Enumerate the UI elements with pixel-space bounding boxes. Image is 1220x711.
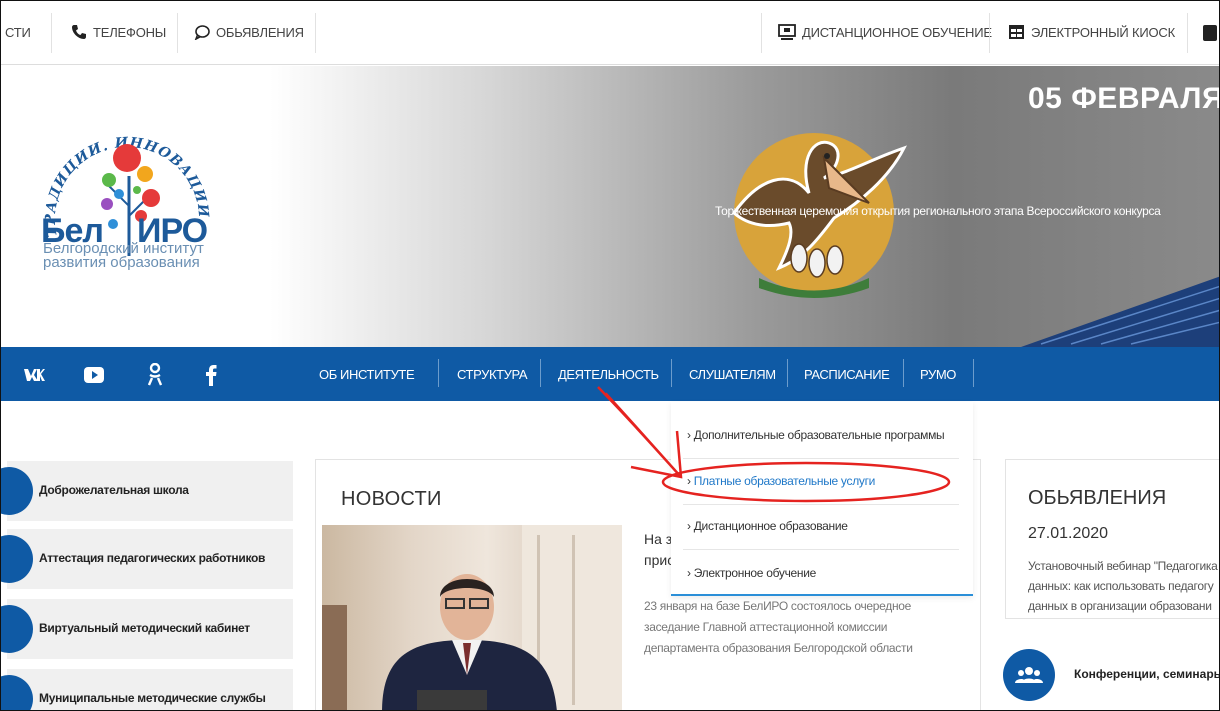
top-bar: СТИ ТЕЛЕФОНЫ ОБЬЯВЛЕНИЯ ДИСТАНЦИОННОЕ ОБ… (1, 1, 1219, 65)
nav-schedule[interactable]: РАСПИСАНИЕ (804, 347, 890, 401)
topbar-item-announcements[interactable]: ОБЬЯВЛЕНИЯ (194, 21, 304, 43)
main-nav: ОБ ИНСТИТУТЕ СТРУКТУРА ДЕЯТЕЛЬНОСТЬ СЛУШ… (1, 347, 1219, 401)
banner-stripes-decoration (1021, 276, 1219, 347)
nav-divider (438, 359, 439, 387)
left-menu-item[interactable]: Аттестация педагогических работников (1, 529, 293, 589)
topbar-item-label: ОБЬЯВЛЕНИЯ (216, 24, 304, 40)
nav-structure[interactable]: СТРУКТУРА (457, 347, 528, 401)
nav-rumo[interactable]: РУМО (920, 347, 956, 401)
topbar-divider (315, 13, 316, 53)
chevron-right-icon: › (687, 428, 694, 442)
announcements-title: ОБЬЯВЛЕНИЯ (1028, 487, 1167, 509)
nav-about[interactable]: ОБ ИНСТИТУТЕ (319, 347, 415, 401)
nav-activity[interactable]: ДЕЯТЕЛЬНОСТЬ (558, 347, 659, 401)
left-menu-item[interactable]: Виртуальный методический кабинет (1, 599, 293, 659)
left-menu-label: Доброжелательная школа (39, 483, 189, 497)
dropdown-item-label: Платные образовательные услуги (693, 474, 876, 488)
nav-divider (671, 359, 672, 387)
activity-dropdown-menu: › Дополнительные образовательные програм… (671, 402, 973, 596)
left-menu-bullet (1, 605, 33, 653)
left-menu-item[interactable]: Муниципальные методические службы (1, 669, 293, 710)
facebook-icon[interactable] (200, 364, 222, 386)
logo-tree-image: ТРАДИЦИИ. ИННОВАЦИИ. УСПЕХ (29, 106, 210, 256)
speech-bubble-icon (194, 25, 210, 40)
topbar-divider (177, 13, 178, 53)
logo-subtitle-line2: развития образования (43, 254, 200, 271)
dropdown-item[interactable]: › Электронное обучение (687, 566, 816, 586)
dropdown-divider (683, 549, 959, 550)
nav-divider (787, 359, 788, 387)
nav-students[interactable]: СЛУШАТЕЛЯМ (689, 347, 776, 401)
left-menu-label: Аттестация педагогических работников (39, 551, 266, 565)
dropdown-item[interactable]: › Дополнительные образовательные програм… (687, 428, 945, 448)
conferences-link[interactable]: Конференции, семинары (1001, 649, 1220, 710)
page: СТИ ТЕЛЕФОНЫ ОБЬЯВЛЕНИЯ ДИСТАНЦИОННОЕ ОБ… (0, 0, 1220, 711)
topbar-item-phones[interactable]: ТЕЛЕФОНЫ (71, 21, 166, 43)
grid-icon (1009, 25, 1024, 39)
left-menu-item[interactable]: Доброжелательная школа (1, 461, 293, 521)
topbar-divider (1187, 13, 1188, 53)
dropdown-item[interactable]: › Платные образовательные услуги (687, 474, 875, 494)
youtube-icon[interactable] (83, 364, 105, 386)
topbar-item-label: ЭЛЕКТРОННЫЙ КИОСК (1031, 24, 1175, 40)
dropdown-divider (683, 458, 959, 459)
document-icon[interactable] (1203, 25, 1217, 41)
topbar-item-label: ТЕЛЕФОНЫ (93, 24, 167, 40)
chevron-right-icon: › (687, 519, 694, 533)
monitor-icon (778, 23, 796, 40)
news-headline[interactable]: На з (644, 531, 672, 547)
dropdown-item-label: Дополнительные образовательные программы (693, 428, 945, 442)
users-icon (1015, 667, 1043, 683)
nav-divider (540, 359, 541, 387)
left-menu-label: Виртуальный методический кабинет (39, 621, 250, 635)
banner-date: 05 ФЕВРАЛЯ (1028, 82, 1220, 115)
announcement-text-line[interactable]: данных: как использовать педагогу (1028, 579, 1214, 593)
left-menu-bullet (1, 535, 33, 583)
nav-divider (903, 359, 904, 387)
dropdown-item-label: Электронное обучение (693, 566, 817, 580)
topbar-divider (761, 13, 762, 53)
left-menu-bullet (1, 467, 33, 515)
nav-divider (973, 359, 974, 387)
topbar-item-label: СТИ (5, 24, 31, 40)
conferences-bullet (1003, 649, 1055, 701)
news-title: НОВОСТИ (341, 488, 442, 510)
news-excerpt-line: заседание Главной аттестационной комисси… (644, 620, 888, 634)
topbar-item-distance-learning[interactable]: ДИСТАНЦИОННОЕ ОБУЧЕНИЕ (778, 21, 992, 43)
banner-caption[interactable]: Торжественная церемония открытия региона… (715, 204, 1161, 218)
news-excerpt-line: департамента образования Белгородской об… (644, 641, 913, 655)
topbar-item-e-kiosk[interactable]: ЭЛЕКТРОННЫЙ КИОСК (1008, 21, 1175, 43)
vk-icon[interactable] (23, 364, 45, 386)
left-menu-bullet (1, 675, 33, 710)
dropdown-divider (683, 504, 959, 505)
topbar-item-label: ДИСТАНЦИОННОЕ ОБУЧЕНИЕ (802, 24, 992, 40)
news-photo[interactable] (322, 525, 622, 710)
dropdown-item[interactable]: › Дистанционное образование (687, 519, 848, 539)
hero-banner[interactable]: 05 ФЕВРАЛЯ Торжественная церемония откры… (1, 66, 1220, 347)
belipo-logo[interactable]: ТРАДИЦИИ. ИННОВАЦИИ. УСПЕХ Бел ИРО Белго… (1, 66, 241, 347)
chevron-right-icon: › (687, 474, 694, 488)
conferences-label: Конференции, семинары (1074, 667, 1220, 681)
announcement-date: 27.01.2020 (1028, 525, 1109, 542)
announcement-text-line[interactable]: данных в организации образовани (1028, 599, 1212, 613)
left-menu-label: Муниципальные методические службы (39, 691, 266, 705)
phone-icon (72, 25, 86, 39)
dropdown-item-label: Дистанционное образование (693, 519, 848, 533)
topbar-divider (51, 13, 52, 53)
topbar-item-news[interactable]: СТИ (5, 21, 31, 43)
topbar-divider (989, 13, 990, 53)
odnoklassniki-icon[interactable] (144, 363, 166, 386)
news-headline[interactable]: прис (644, 552, 674, 568)
announcement-text-line[interactable]: Установочный вебинар "Педагогика (1028, 559, 1218, 573)
chevron-right-icon: › (687, 566, 694, 580)
news-excerpt-line: 23 января на базе БелИРО состоялось очер… (644, 599, 912, 613)
